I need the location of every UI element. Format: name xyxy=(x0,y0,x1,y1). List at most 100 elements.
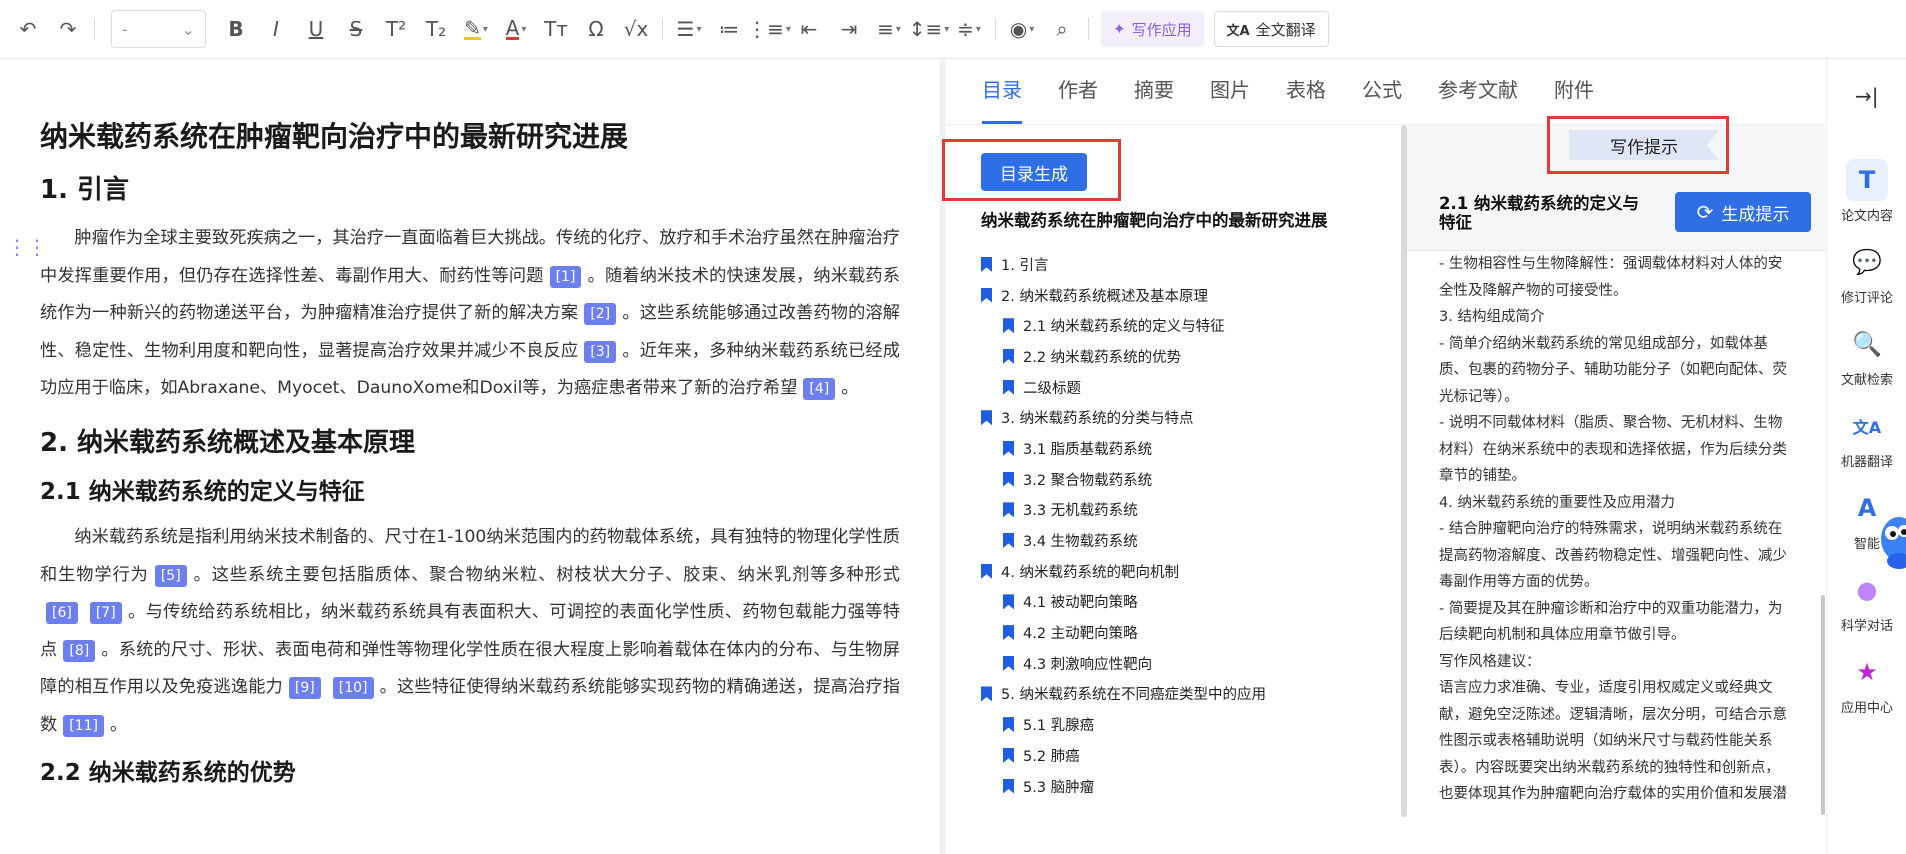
bullet-list-icon[interactable]: ☰ xyxy=(669,9,709,49)
hint-line: 4. 纳米载药系统的重要性及应用潜力 xyxy=(1439,494,1675,511)
document-editor[interactable]: 纳米载药系统在肿瘤靶向治疗中的最新研究进展 1. 引言 肿瘤作为全球主要致死疾病… xyxy=(0,59,940,854)
toc-item[interactable]: 5.2 肺癌 xyxy=(981,740,1391,771)
toc-item[interactable]: 5.3 脑肿瘤 xyxy=(981,771,1391,802)
font-select[interactable]: - ⌄ xyxy=(111,10,206,48)
generate-hint-button[interactable]: ⟳ 生成提示 xyxy=(1675,192,1811,232)
toc-item[interactable]: 3. 纳米载药系统的分类与特点 xyxy=(981,402,1391,433)
toc-item[interactable]: 3.2 聚合物载药系统 xyxy=(981,464,1391,495)
tab-references[interactable]: 参考文献 xyxy=(1438,74,1518,124)
toc-item[interactable]: 1. 引言 xyxy=(981,249,1391,280)
sidebar-item-label: 科学对话 xyxy=(1840,619,1893,634)
toc-item[interactable]: 3.3 无机载药系统 xyxy=(981,495,1391,526)
hint-scrollbar[interactable] xyxy=(1821,595,1825,815)
toc-item[interactable]: 3.4 生物载药系统 xyxy=(981,525,1391,556)
tab-tables[interactable]: 表格 xyxy=(1286,74,1326,124)
bookmark-icon xyxy=(981,256,992,272)
section-heading: 1. 引言 xyxy=(40,175,130,206)
special-char-icon[interactable]: Ω xyxy=(576,9,616,49)
tab-abstract[interactable]: 摘要 xyxy=(1134,74,1174,124)
toc-item[interactable]: 4.2 主动靶向策略 xyxy=(981,617,1391,648)
toc-item[interactable]: 4.1 被动靶向策略 xyxy=(981,587,1391,618)
chevron-down-icon: ⌄ xyxy=(181,19,195,39)
citation-badge[interactable]: [2] xyxy=(584,303,617,326)
paragraph-spacing-icon[interactable]: ≑ xyxy=(949,9,989,49)
sidebar-item-label: 修订评论 xyxy=(1840,291,1893,306)
citation-badge[interactable]: [7] xyxy=(89,602,122,625)
highlight-color-icon[interactable]: ✎ xyxy=(456,9,496,49)
bookmark-icon xyxy=(1003,502,1014,518)
sidebar-item-literature-search[interactable]: 🔍 文献检索 xyxy=(1827,323,1906,388)
citation-badge[interactable]: [10] xyxy=(332,677,374,700)
hint-line: 毒副作用等方面的优势。 xyxy=(1439,574,1599,590)
generate-toc-button[interactable]: 目录生成 xyxy=(981,153,1087,191)
drag-handle-icon[interactable]: ⋮⋮ xyxy=(7,235,47,259)
strikethrough-icon[interactable]: S xyxy=(336,9,376,49)
citation-badge[interactable]: [8] xyxy=(63,639,96,662)
citation-badge[interactable]: [9] xyxy=(288,677,321,700)
toc-item[interactable]: 2.1 纳米载药系统的定义与特征 xyxy=(981,310,1391,341)
bookmark-icon xyxy=(1003,318,1014,334)
align-icon[interactable]: ≡ xyxy=(869,9,909,49)
outdent-icon[interactable]: ⇤ xyxy=(789,9,829,49)
bookmark-icon xyxy=(1003,379,1014,395)
toolbar-divider xyxy=(94,18,95,40)
comment-icon: 💬 xyxy=(1852,248,1882,276)
line-spacing-icon[interactable]: ↕≡ xyxy=(909,9,949,49)
ai-write-label: 写作应用 xyxy=(1131,20,1192,39)
clear-format-icon[interactable]: Tт xyxy=(536,9,576,49)
toc-item-label: 5.2 肺癌 xyxy=(1023,748,1080,765)
undo-icon[interactable]: ↶ xyxy=(8,9,48,49)
sparkle-icon: ✦ xyxy=(1113,20,1126,38)
citation-badge[interactable]: [6] xyxy=(46,602,78,625)
subscript-icon[interactable]: T₂ xyxy=(416,9,456,49)
toc-item[interactable]: 5.1 乳腺癌 xyxy=(981,709,1391,740)
citation-badge[interactable]: [1] xyxy=(549,265,582,288)
search-icon[interactable]: ⌕ xyxy=(1042,9,1082,49)
tab-images[interactable]: 图片 xyxy=(1210,74,1250,124)
toc-item[interactable]: 4. 纳米载药系统的靶向机制 xyxy=(981,556,1391,587)
writing-hint-tag: 写作提示 xyxy=(1569,130,1719,160)
superscript-icon[interactable]: T² xyxy=(376,9,416,49)
sidebar-item-machine-translate[interactable]: 文A 机器翻译 xyxy=(1827,405,1906,470)
underline-icon[interactable]: U xyxy=(296,9,336,49)
toolbar-divider xyxy=(995,18,996,40)
toc-item-label: 2.1 纳米载药系统的定义与特征 xyxy=(1023,319,1225,336)
bold-icon[interactable]: B xyxy=(216,9,256,49)
tab-toc[interactable]: 目录 xyxy=(982,74,1022,124)
citation-badge[interactable]: [3] xyxy=(584,340,617,363)
numbered-list-icon[interactable]: ≔ xyxy=(709,9,749,49)
citation-badge[interactable]: [4] xyxy=(803,378,836,401)
record-icon[interactable]: ◉ xyxy=(1002,9,1042,49)
toc-item[interactable]: 2. 纳米载药系统概述及基本原理 xyxy=(981,280,1391,311)
toc-item-label: 1. 引言 xyxy=(1001,257,1049,274)
citation-badge[interactable]: [11] xyxy=(63,714,104,737)
tab-authors[interactable]: 作者 xyxy=(1058,74,1098,124)
toc-item-label: 4. 纳米载药系统的靶向机制 xyxy=(1001,564,1179,581)
sidebar-item-paper-content[interactable]: T 论文内容 xyxy=(1827,159,1906,224)
full-translate-button[interactable]: 文A 全文翻译 xyxy=(1213,11,1329,47)
toc-item[interactable]: 二级标题 xyxy=(981,372,1391,403)
toc-item-label: 5.3 脑肿瘤 xyxy=(1023,779,1095,796)
italic-icon[interactable]: I xyxy=(256,9,296,49)
indent-icon[interactable]: ⇥ xyxy=(829,9,869,49)
ai-write-button[interactable]: ✦ 写作应用 xyxy=(1101,11,1204,47)
hint-line: 性图示或表格辅助说明（如纳米尺寸与载药性能关系 xyxy=(1439,733,1773,749)
toc-item[interactable]: 3.1 脂质基载药系统 xyxy=(981,433,1391,464)
bookmark-icon xyxy=(1003,747,1014,763)
redo-icon[interactable]: ↷ xyxy=(48,9,88,49)
toc-item[interactable]: 5. 纳米载药系统在不同癌症类型中的应用 xyxy=(981,679,1391,710)
toc-item[interactable]: 4.3 刺激响应性靶向 xyxy=(981,648,1391,679)
sidebar-item-science-chat[interactable]: ● 科学对话 xyxy=(1827,569,1906,634)
sidebar-item-review[interactable]: 💬 修订评论 xyxy=(1827,241,1906,306)
tab-formulas[interactable]: 公式 xyxy=(1362,74,1402,124)
formula-icon[interactable]: √x xyxy=(616,9,656,49)
sidebar-item-app-center[interactable]: ★ 应用中心 xyxy=(1827,651,1906,716)
collapse-panel-icon[interactable]: →| xyxy=(1855,84,1879,108)
toc-item[interactable]: 2.2 纳米载药系统的优势 xyxy=(981,341,1391,372)
font-color-icon[interactable]: A xyxy=(496,9,536,49)
citation-badge[interactable]: [5] xyxy=(154,564,187,587)
paragraph-text: 。这些系统主要包括脂质体、聚合物纳米粒、树枝状大分子、胶束、纳米乳剂等多种形式 xyxy=(192,564,900,585)
multilevel-list-icon[interactable]: ⋮≡ xyxy=(747,9,789,49)
tool-sidebar: →| T 论文内容 💬 修订评论 🔍 文献检索 文A 机器翻译 A 智能 ● 科… xyxy=(1826,59,1906,854)
document-icon: T xyxy=(1846,159,1888,201)
